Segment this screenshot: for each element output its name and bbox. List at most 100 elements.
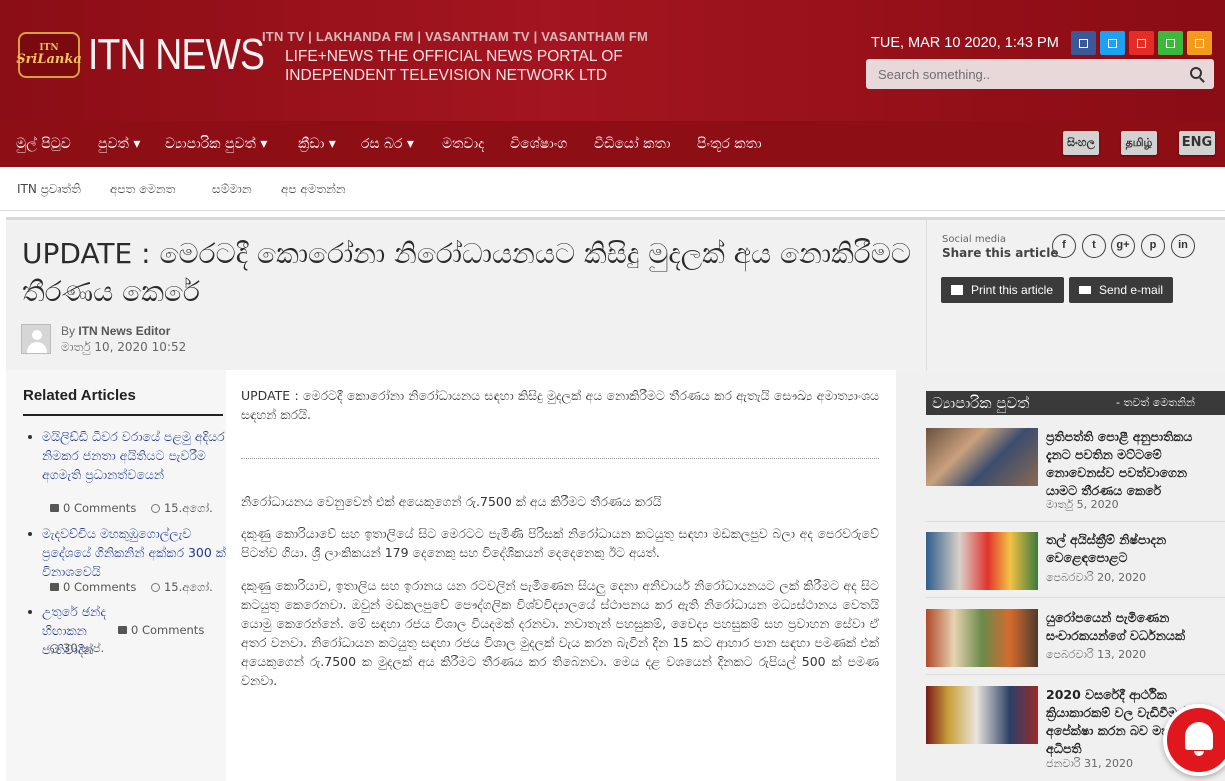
article-date: මාර්තු 10, 2020 10:52 [61,340,187,354]
header-tagline: LIFE+NEWS THE OFFICIAL NEWS PORTAL OF IN… [285,48,623,84]
search-input[interactable] [866,59,1186,89]
comment-icon [118,626,127,634]
subnav-awards[interactable]: සම්මාන [212,167,252,211]
email-label: Send e-mail [1099,283,1164,297]
subnav-contact[interactable]: අප අමතන්න [281,167,346,211]
business-item-date: පෙබරවාරි 13, 2020 [1046,648,1147,661]
byline: By ITN News Editor [61,324,170,338]
share-googleplus-icon[interactable]: g+ [1111,234,1135,258]
related-divider [23,414,223,416]
subnav-item-2[interactable]: අපත මෙනත [110,167,175,211]
nav-item-photo[interactable]: පිංතූර කතා [697,121,762,167]
share-pinterest-icon[interactable]: p [1141,234,1165,258]
share-title: Share this article [942,246,1059,260]
subnav-itn-news[interactable]: ITN ප්‍රවෘත්ති [17,167,81,211]
rss-icon[interactable] [1187,31,1212,55]
business-item-date: ජනවාරි 31, 2020 [1046,757,1134,770]
author-avatar [21,324,51,354]
related-item-title[interactable]: මයිලිඩ්ඩි ධීවර වරායේ පළමු අදියර නිමකර ජන… [42,429,225,482]
notification-bell-button[interactable] [1163,704,1225,776]
share-label: Social media [942,234,1006,245]
by-label: By [61,324,76,338]
author-name[interactable]: ITN News Editor [78,324,170,338]
comment-icon [50,583,59,591]
related-item-date: 15.අගෝ. [163,501,213,515]
comment-icon [50,504,59,512]
share-twitter-icon[interactable]: t [1082,234,1106,258]
lang-sinhala-button[interactable]: සිංහල [1063,131,1099,155]
printer-icon [951,285,963,295]
share-facebook-icon[interactable]: f [1052,234,1076,258]
related-item-meta: 30.සැප්. [50,641,104,656]
related-item-comments: 0 Comments [118,623,204,637]
item-divider [926,521,1225,522]
site-header: ITN SriLanka ITN NEWS ITN TV | LAKHANDA … [0,0,1225,121]
comment-count[interactable]: 0 Comments [63,501,136,515]
article-paragraph: UPDATE : මෙරටදී කොරෝනා නිරෝධායනය සඳහා කි… [241,388,879,422]
youtube-icon[interactable] [1129,31,1154,55]
search-icon[interactable] [1190,67,1202,79]
related-item-meta: 0 Comments 15.අගෝ. [50,501,213,516]
comment-count[interactable]: 0 Comments [131,623,204,637]
clock-icon [50,644,59,653]
send-email-button[interactable]: Send e-mail [1069,277,1173,303]
itn-logo-badge: ITN SriLanka [16,32,82,78]
sub-nav: ITN ප්‍රවෘත්ති අපත මෙනත සම්මාන අප අමතන්න [0,167,1225,211]
related-item-title[interactable]: මැදවච්චිය මහකුඹුගොල්ලැව ප්‍රදේශයේ ගිනිකන… [42,526,226,579]
logo-text: ITN NEWS [88,30,265,79]
news-thumbnail[interactable] [926,428,1038,486]
item-divider [926,674,1225,675]
clock-icon [150,504,160,513]
bullet [28,610,32,614]
nav-item-news[interactable]: පුවත් ▾ [98,121,140,167]
comment-count[interactable]: 0 Comments [63,580,136,594]
itn-logo[interactable]: ITN SriLanka ITN NEWS [16,30,295,80]
article-title: UPDATE : මෙරටදී කොරෝනා නිරෝධායනයට කිසිදු… [22,237,911,308]
nav-item-video[interactable]: වීඩියෝ කතා [594,121,670,167]
twitter-icon[interactable] [1100,31,1125,55]
business-item-title[interactable]: යුරෝපයෙන් පැමිණෙන සංචාරකයන්ගේ වර්ධනයක් [1046,609,1218,645]
article-paragraph: නිරෝධායනය වෙනුවෙන් එක් අයෙකුගෙන් රු.7500… [241,494,662,509]
related-item-date: 30.සැප්. [63,641,105,655]
nav-item-features[interactable]: විශේෂාංග [510,121,567,167]
news-thumbnail[interactable] [926,609,1038,667]
item-divider [926,597,1225,598]
business-more-link[interactable]: - තවත් මෙතනින් [1116,391,1195,415]
lang-tamil-button[interactable]: தமிழ் [1121,131,1157,155]
nav-item-business[interactable]: ව්‍යාපාරික පුවත් ▾ [165,121,267,167]
nav-item-entertainment[interactable]: රස බර ▾ [361,121,414,167]
print-label: Print this article [971,283,1054,297]
nav-item-opinion[interactable]: මතවාද [442,121,484,167]
share-linkedin-icon[interactable]: in [1171,234,1195,258]
print-article-button[interactable]: Print this article [941,277,1064,303]
related-item[interactable]: මයිලිඩ්ඩි ධීවර වරායේ පළමු අදියර නිමකර ජන… [28,427,227,484]
main-nav: මුල් පිටුව පුවත් ▾ ව්‍යාපාරික පුවත් ▾ ක්… [0,121,1225,167]
search-bar [866,59,1214,89]
page: ITN SriLanka ITN NEWS ITN TV | LAKHANDA … [0,0,1225,781]
mail-icon [1079,286,1091,294]
nav-item-home[interactable]: මුල් පිටුව [16,121,71,167]
channel-links[interactable]: ITN TV | LAKHANDA FM | VASANTHAM TV | VA… [262,29,648,44]
facebook-icon[interactable] [1071,31,1096,55]
related-item[interactable]: මැදවච්චිය මහකුඹුගොල්ලැව ප්‍රදේශයේ ගිනිකන… [28,524,227,581]
bullet [28,532,32,536]
related-item-meta: 0 Comments 15.අගෝ. [50,580,213,595]
related-item-date: 15.අගෝ. [163,580,213,594]
business-news-title[interactable]: ව්‍යාපාරික පුවත් [932,391,1029,415]
nav-item-sports[interactable]: ක්‍රීඩා ▾ [298,121,336,167]
news-thumbnail[interactable] [926,532,1038,590]
header-date: TUE, MAR 10 2020, 1:43 PM [871,35,1059,51]
business-item-title[interactable]: තල් අයිස්ක්‍රීම් නිෂ්පාදන වෙළෙඳපොළට [1046,531,1218,567]
clock-icon [150,583,160,592]
news-thumbnail[interactable] [926,686,1038,744]
article-paragraph: දකුණු කොරියාවේ සහ ඉතාලියේ සිට මෙරටට පැමි… [241,526,879,560]
business-item-date: මාර්තු 5, 2020 [1046,498,1119,511]
lang-english-button[interactable]: ENG [1179,131,1215,155]
googleplus-icon[interactable] [1158,31,1183,55]
content-divider [241,458,879,459]
article-paragraph: දකුණු කොරියාව, ඉතාලිය සහ ඉරානය යන රටවලින… [241,578,879,688]
bell-icon [1185,722,1213,756]
business-item-title[interactable]: ප්‍රතිපත්ති පොළී අනුපාතිකය දැනට පවතින මට… [1046,428,1218,500]
logo-badge-bottom: SriLanka [16,52,82,67]
bullet [28,435,32,439]
